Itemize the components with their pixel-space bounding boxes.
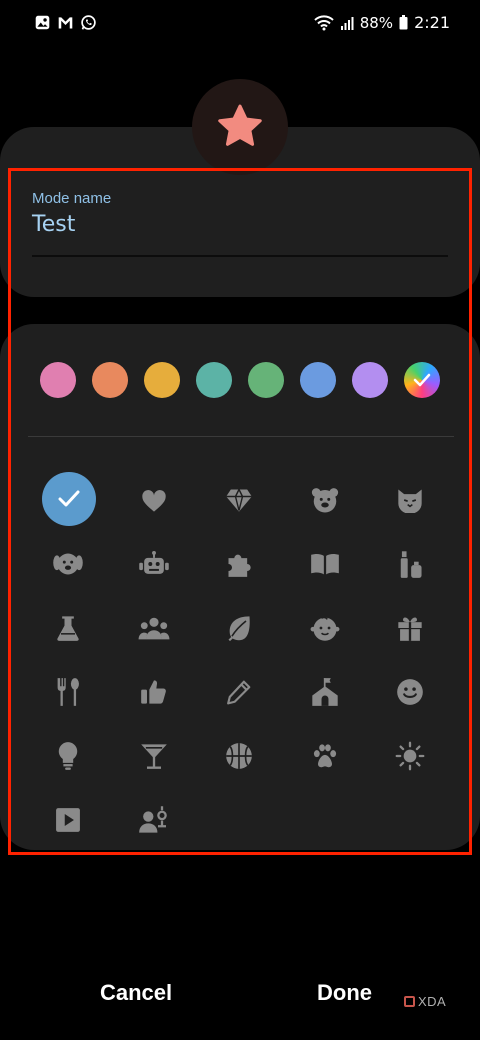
gallery-icon bbox=[35, 15, 50, 30]
whatsapp-icon bbox=[81, 15, 96, 30]
done-button[interactable]: Done bbox=[317, 980, 372, 1006]
battery-icon bbox=[399, 15, 408, 30]
status-bar: 88% 2:21 bbox=[0, 0, 480, 48]
cancel-button[interactable]: Cancel bbox=[100, 980, 172, 1006]
clock: 2:21 bbox=[414, 13, 450, 32]
notification-icons bbox=[34, 14, 97, 31]
watermark: XDA bbox=[404, 994, 446, 1009]
watermark-text: XDA bbox=[418, 994, 447, 1009]
signal-icon bbox=[340, 16, 354, 30]
star-icon bbox=[218, 104, 262, 146]
mode-icon-preview bbox=[192, 79, 288, 175]
wifi-icon bbox=[314, 14, 334, 30]
battery-percentage: 88% bbox=[359, 13, 394, 32]
system-icons: 88% 2:21 bbox=[314, 13, 450, 32]
xda-logo-icon bbox=[404, 996, 415, 1007]
highlight-frame bbox=[8, 168, 472, 855]
gmail-icon bbox=[58, 17, 73, 29]
